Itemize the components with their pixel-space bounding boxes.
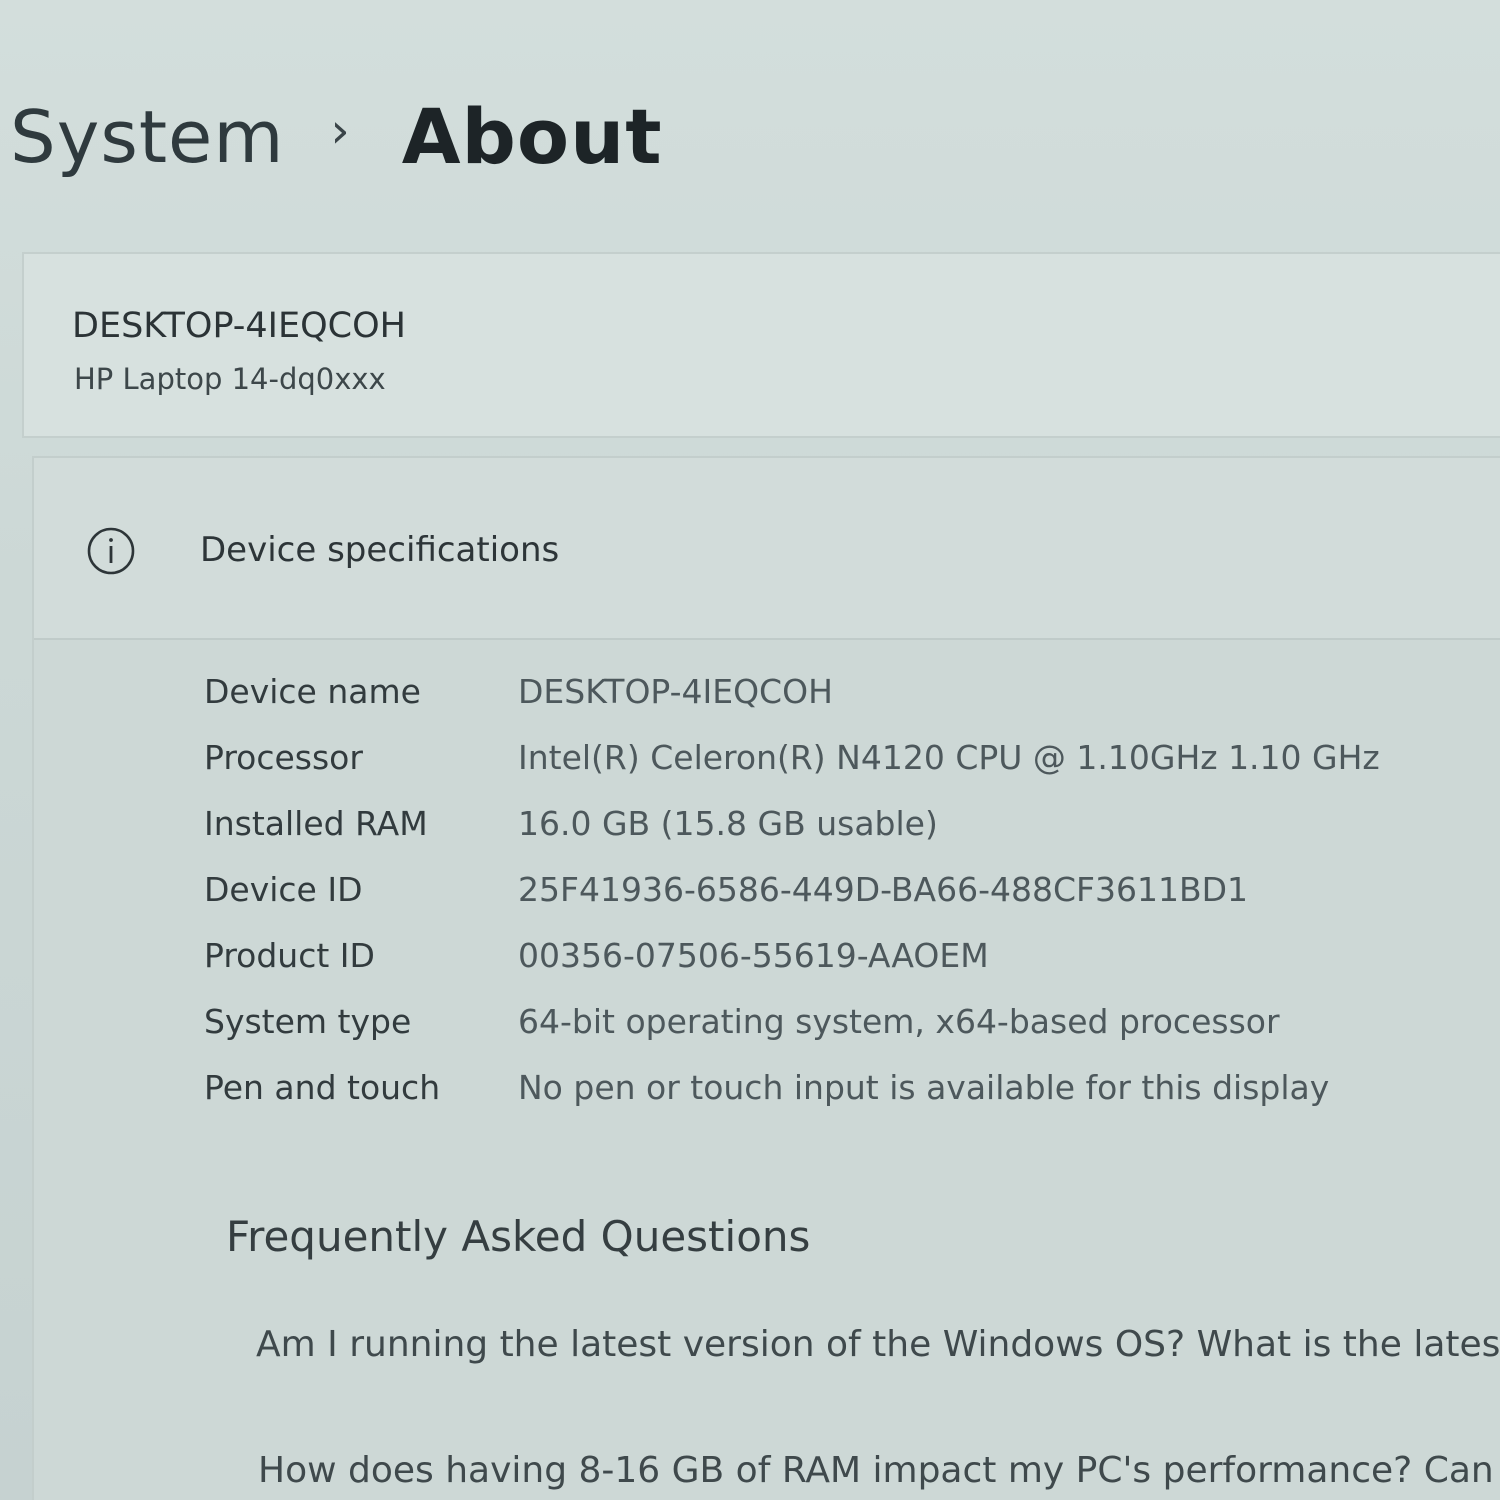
page-title: About	[401, 92, 663, 181]
spec-value: 16.0 GB (15.8 GB usable)	[518, 804, 938, 843]
device-summary-card: DESKTOP-4IEQCOH HP Laptop 14-dq0xxx	[22, 252, 1500, 438]
device-specifications-header[interactable]: Device specifications	[34, 458, 1500, 640]
spec-label: System type	[204, 1002, 412, 1041]
breadcrumb-system[interactable]: System	[10, 95, 285, 179]
spec-value: 64-bit operating system, x64-based proce…	[518, 1002, 1280, 1041]
spec-label: Product ID	[204, 936, 375, 975]
faq-item[interactable]: How does having 8-16 GB of RAM impact my…	[258, 1450, 1500, 1491]
device-model: HP Laptop 14-dq0xxx	[74, 362, 386, 396]
spec-value: No pen or touch input is available for t…	[518, 1068, 1330, 1107]
breadcrumb-separator-icon: ›	[330, 102, 350, 159]
settings-page: System › About DESKTOP-4IEQCOH HP Laptop…	[0, 0, 1500, 1500]
spec-label: Installed RAM	[204, 804, 428, 843]
spec-value: 25F41936-6586-449D-BA66-488CF3611BD1	[518, 870, 1249, 909]
spec-label: Device name	[204, 672, 421, 711]
spec-label: Device ID	[204, 870, 363, 909]
faq-item[interactable]: Am I running the latest version of the W…	[256, 1324, 1500, 1365]
device-specifications-card: Device specifications Device name DESKTO…	[32, 456, 1500, 1500]
faq-title: Frequently Asked Questions	[226, 1212, 811, 1261]
info-icon	[87, 527, 135, 575]
spec-value: DESKTOP-4IEQCOH	[518, 672, 833, 711]
device-name-heading: DESKTOP-4IEQCOH	[72, 306, 406, 346]
spec-label: Pen and touch	[204, 1068, 441, 1107]
device-specifications-title: Device specifications	[200, 530, 560, 570]
breadcrumb: System › About	[10, 92, 663, 181]
spec-label: Processor	[204, 738, 363, 777]
spec-value: 00356-07506-55619-AAOEM	[518, 936, 989, 975]
spec-value: Intel(R) Celeron(R) N4120 CPU @ 1.10GHz …	[518, 738, 1380, 777]
